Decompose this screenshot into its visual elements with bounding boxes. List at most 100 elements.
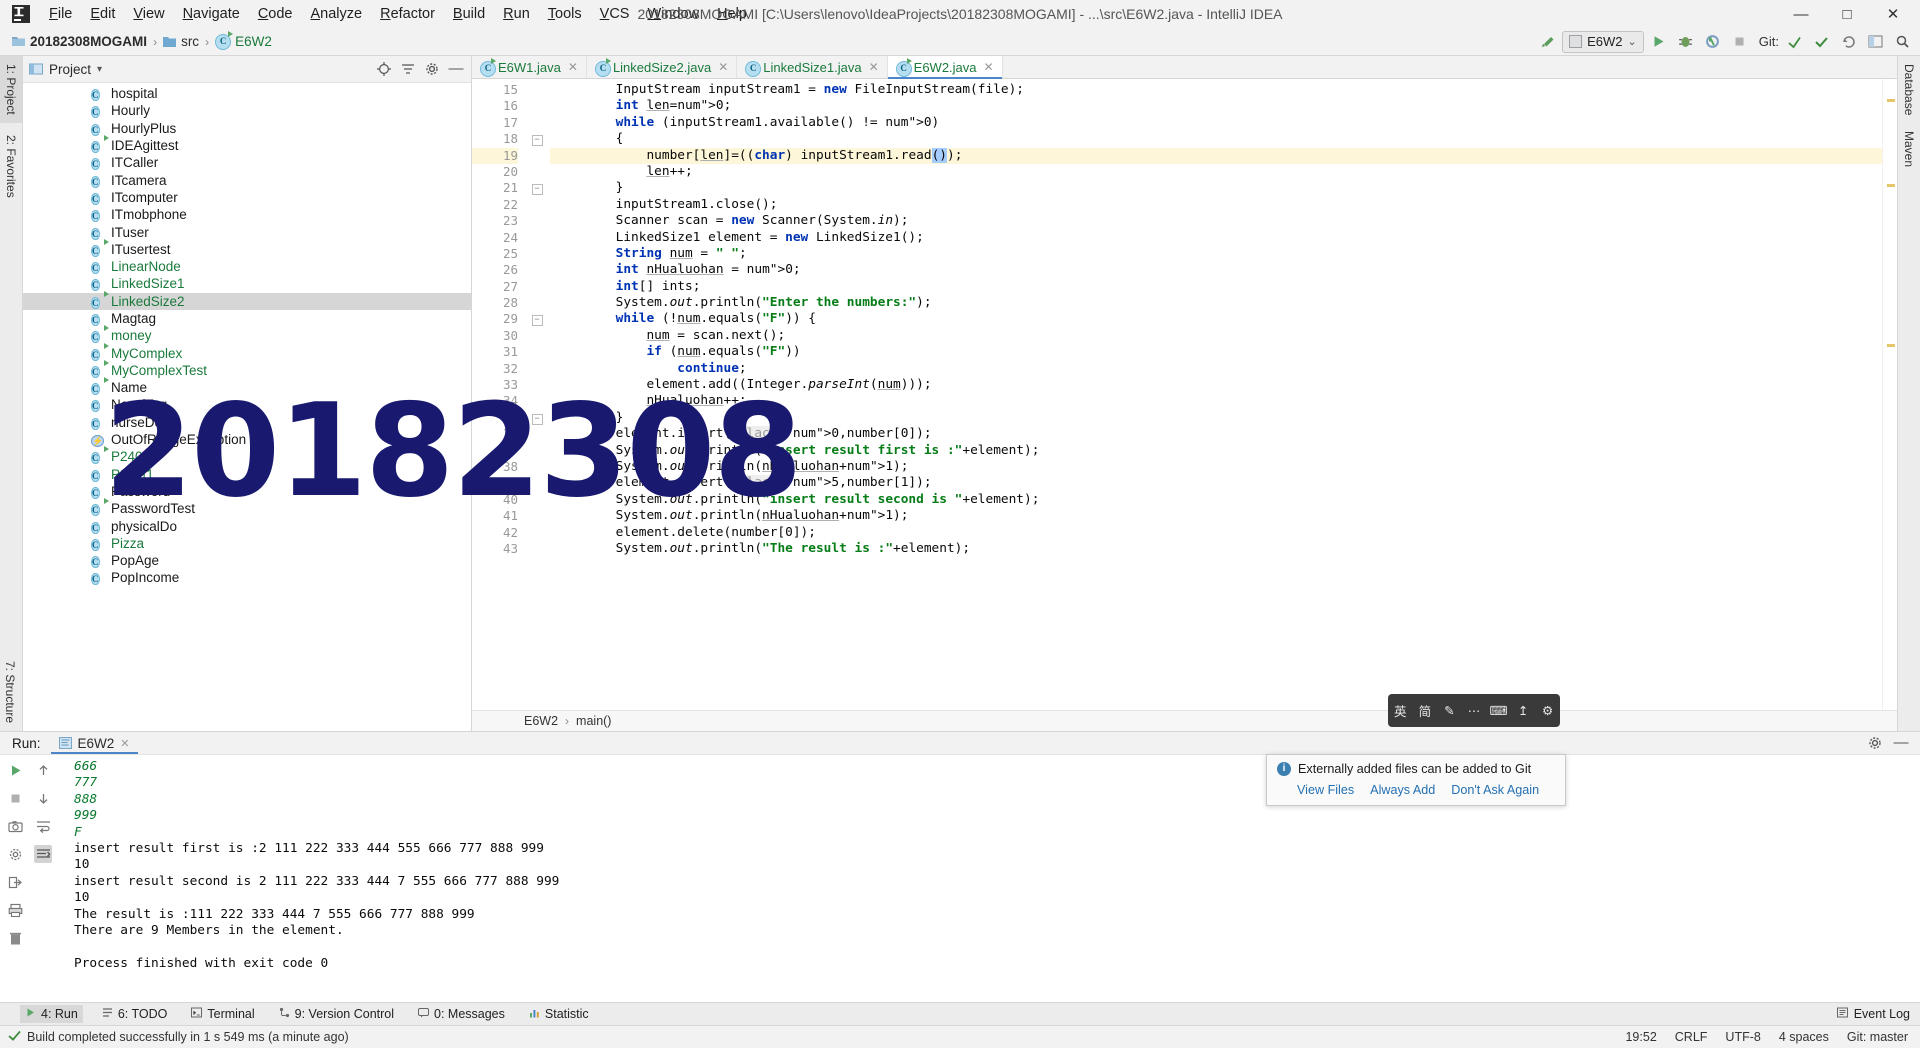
tree-item-name[interactable]: C Name <box>23 377 471 396</box>
menu-help[interactable]: Help <box>708 3 756 25</box>
ime-toolbar[interactable]: 英简 ✎ ⋯ ⌨ ↥ ⚙ <box>1388 694 1560 727</box>
tree-item-magtag[interactable]: C Magtag <box>23 310 471 327</box>
hide-icon[interactable]: — <box>1892 734 1910 752</box>
gear-icon[interactable] <box>1866 734 1884 752</box>
tree-item-itcaller[interactable]: C ITCaller <box>23 154 471 171</box>
tree-item-pizza[interactable]: C Pizza <box>23 535 471 552</box>
debug-icon[interactable] <box>1674 31 1698 53</box>
warning-mark[interactable] <box>1887 344 1895 347</box>
code-line[interactable]: element.delete(number[0]); <box>550 525 1882 541</box>
code-editor[interactable]: 15 16 17 18 19 20 21 22 23 24 25 26 27 28 29 30 31 32 33 34… <box>472 79 1897 710</box>
code-line[interactable]: if (num.equals("F")) <box>550 344 1882 360</box>
sidebar-item-project[interactable]: 1: Project <box>0 56 22 123</box>
code-line[interactable]: Scanner scan = new Scanner(System.in); <box>550 213 1882 229</box>
code-line[interactable]: System.out.println("Enter the numbers:")… <box>550 295 1882 311</box>
run-with-coverage-icon[interactable] <box>1701 31 1725 53</box>
print-icon[interactable] <box>6 901 24 919</box>
tree-item-itcamera[interactable]: C ITcamera <box>23 171 471 188</box>
tree-item-mycomplex[interactable]: C MyComplex <box>23 342 471 361</box>
ime-keyboard[interactable]: ⌨ <box>1489 703 1509 718</box>
close-icon[interactable]: ✕ <box>120 737 129 750</box>
sidebar-item-maven[interactable]: Maven <box>1899 123 1919 175</box>
toolwindow-0-messages[interactable]: 0: Messages <box>413 1005 510 1023</box>
tree-item-popage[interactable]: C PopAge <box>23 552 471 569</box>
code-line[interactable]: InputStream inputStream1 = new FileInput… <box>550 82 1882 98</box>
tree-item-noveltag[interactable]: C NovelTag <box>23 396 471 413</box>
ime-more[interactable]: ⋯ <box>1464 703 1484 718</box>
screenshot-icon[interactable] <box>6 817 24 835</box>
menu-run[interactable]: Run <box>494 3 539 25</box>
back-arrow-icon[interactable] <box>1535 31 1559 53</box>
git-commit-icon[interactable] <box>1809 31 1833 53</box>
hide-icon[interactable]: — <box>447 60 465 78</box>
console-output[interactable]: 666 777 888 999 Finsert result first is :2 1… <box>56 755 1920 1002</box>
code-line[interactable]: element.insert( place: num">0,number[0])… <box>550 426 1882 442</box>
menu-view[interactable]: View <box>124 3 173 25</box>
ime-simplified-toggle[interactable]: 简 <box>1415 701 1435 720</box>
run-icon[interactable] <box>1647 31 1671 53</box>
menu-refactor[interactable]: Refactor <box>371 3 444 25</box>
menu-navigate[interactable]: Navigate <box>174 3 249 25</box>
tree-item-linkedsize2[interactable]: C LinkedSize2 <box>23 290 471 310</box>
code-line[interactable]: while (!num.equals("F")) { <box>550 311 1882 327</box>
breadcrumb-file[interactable]: C E6W2 <box>211 31 276 51</box>
code-line[interactable]: System.out.println("The result is :"+ele… <box>550 541 1882 557</box>
toolwindow-statistic[interactable]: Statistic <box>524 1005 594 1023</box>
fold-gutter[interactable]: − − − − <box>524 79 550 710</box>
tree-item-nursedo[interactable]: CnurseDo <box>23 414 471 431</box>
run-configuration-selector[interactable]: E6W2 ⌄ <box>1562 30 1644 53</box>
fold-toggle-icon[interactable]: − <box>524 131 550 147</box>
code-line[interactable]: num = scan.next(); <box>550 328 1882 344</box>
rerun-icon[interactable] <box>6 761 24 779</box>
git-rollback-icon[interactable] <box>1836 31 1860 53</box>
scroll-up-icon[interactable] <box>34 761 52 779</box>
sidebar-item-structure[interactable]: 7: Structure <box>0 653 20 731</box>
status-git-branch[interactable]: Git: master <box>1847 1030 1908 1044</box>
tree-item-linearnode[interactable]: C LinearNode <box>23 258 471 275</box>
error-stripe-marks[interactable] <box>1882 79 1897 710</box>
soft-wrap-icon[interactable] <box>34 817 52 835</box>
code-line[interactable]: element.add((Integer.parseInt(num))); <box>550 377 1882 393</box>
gear-icon[interactable] <box>423 60 441 78</box>
search-everywhere-icon[interactable] <box>1890 31 1914 53</box>
sidebar-item-favorites[interactable]: 2: Favorites <box>0 127 22 206</box>
editor-tab-linkedsize2[interactable]: C LinkedSize2.java ✕ <box>587 56 738 78</box>
dont-ask-again-link[interactable]: Don't Ask Again <box>1451 783 1539 797</box>
always-add-link[interactable]: Always Add <box>1370 783 1435 797</box>
status-indent[interactable]: 4 spaces <box>1779 1030 1829 1044</box>
tree-item-physicaldo[interactable]: CphysicalDo <box>23 517 471 534</box>
minimize-button[interactable]: — <box>1778 0 1824 28</box>
maximize-button[interactable]: □ <box>1824 0 1870 28</box>
editor-breadcrumb-method[interactable]: main() <box>576 714 611 728</box>
stop-icon[interactable] <box>1728 31 1752 53</box>
code-line[interactable]: System.out.println(nHualuohan+num">1); <box>550 508 1882 524</box>
code-line[interactable]: LinkedSize1 element = new LinkedSize1(); <box>550 230 1882 246</box>
code-line[interactable]: int len=num">0; <box>550 98 1882 114</box>
tree-item-ideagittest[interactable]: C IDEAgittest <box>23 135 471 154</box>
toolwindow-9-version-control[interactable]: 9: Version Control <box>274 1005 399 1023</box>
code-line[interactable]: continue; <box>550 361 1882 377</box>
export-icon[interactable] <box>6 873 24 891</box>
editor-tab-linkedsize1[interactable]: C LinkedSize1.java ✕ <box>737 56 888 78</box>
code-line[interactable]: { <box>550 131 1882 147</box>
code-line[interactable]: nHualuohan++; <box>550 393 1882 409</box>
code-line[interactable]: int nHualuohan = num">0; <box>550 262 1882 278</box>
fold-toggle-icon[interactable]: − <box>524 311 550 327</box>
editor-breadcrumb-class[interactable]: E6W2 <box>524 714 558 728</box>
breadcrumb-project[interactable]: 20182308MOGAMI <box>8 32 151 51</box>
status-encoding[interactable]: UTF-8 <box>1725 1030 1760 1044</box>
trash-icon[interactable] <box>6 929 24 947</box>
toolwindow-terminal[interactable]: Terminal <box>186 1005 259 1023</box>
code-line[interactable]: } <box>550 410 1882 426</box>
toolwindow-6-todo[interactable]: 6: TODO <box>97 1005 173 1023</box>
collapse-all-icon[interactable] <box>399 60 417 78</box>
ime-handwriting[interactable]: ✎ <box>1439 703 1459 718</box>
target-icon[interactable] <box>375 60 393 78</box>
tree-item-mycomplextest[interactable]: C MyComplexTest <box>23 359 471 379</box>
code-line[interactable]: System.out.println("insert result first … <box>550 443 1882 459</box>
ime-settings[interactable]: ⚙ <box>1538 703 1558 718</box>
code-line[interactable]: System.out.println(nHualuohan+num">1); <box>550 459 1882 475</box>
tree-item-hospital[interactable]: Chospital <box>23 85 471 102</box>
menu-code[interactable]: Code <box>249 3 302 25</box>
menu-build[interactable]: Build <box>444 3 494 25</box>
